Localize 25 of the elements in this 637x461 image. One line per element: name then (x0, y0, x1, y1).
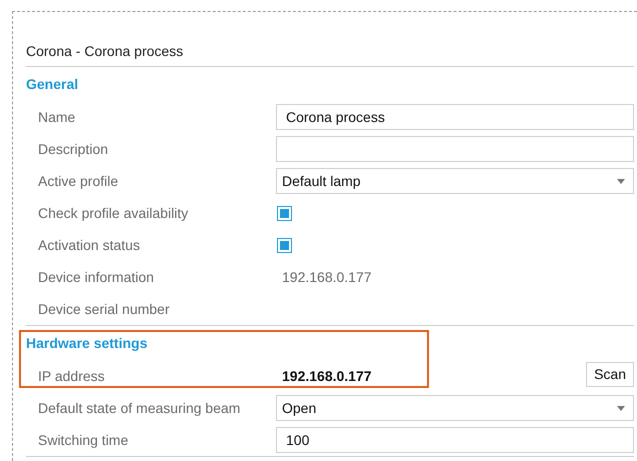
address-value: 192.168.0.177 (282, 366, 373, 386)
dropdown[interactable]: Default lamp (276, 168, 634, 194)
input-field[interactable]: Corona process (276, 104, 634, 130)
section-heading: Hardware settings (26, 334, 148, 353)
checkbox[interactable] (277, 238, 292, 252)
input-field[interactable]: 100 (276, 427, 634, 453)
caret-icon (617, 406, 625, 410)
dropdown[interactable]: Open (276, 395, 634, 421)
info-text: 192.168.0.177 (282, 268, 372, 286)
section-heading: General (26, 74, 78, 94)
panel-title: Corona - Corona process (26, 42, 184, 61)
field-label: IP address (37, 366, 106, 386)
field-label: Name (37, 108, 76, 126)
scan-button[interactable]: Scan (586, 362, 634, 386)
field-label: Check profile availability (37, 204, 190, 223)
field-label: Active profile (37, 172, 120, 191)
field-label: Default state of measuring beam (37, 398, 242, 418)
field-label: Switching time (37, 430, 130, 450)
field-label: Device serial number (37, 300, 170, 318)
field-label: Description (37, 140, 110, 159)
caret-icon (617, 178, 625, 184)
input-field[interactable] (276, 136, 634, 162)
field-label: Device information (37, 268, 155, 286)
checkbox[interactable] (277, 206, 292, 220)
field-label: Activation status (37, 236, 141, 254)
